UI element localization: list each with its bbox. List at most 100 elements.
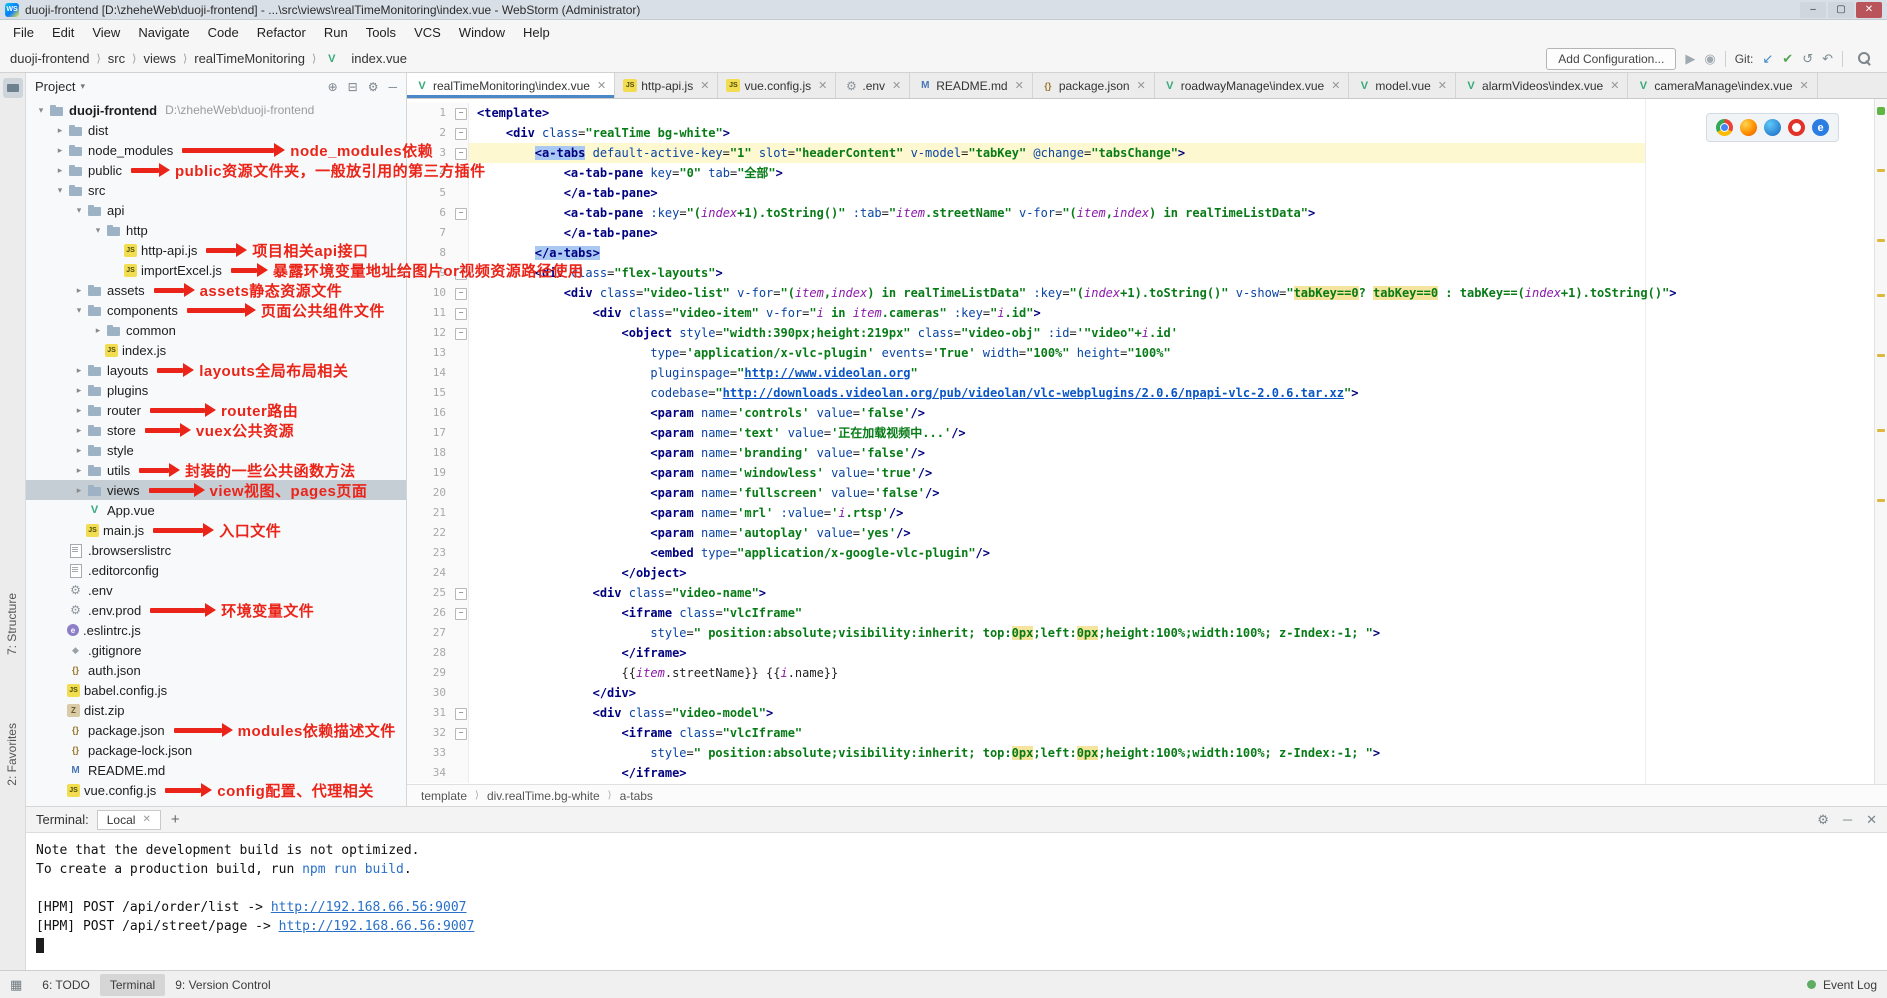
close-icon[interactable]: ✕ — [818, 79, 827, 92]
stripe-mark[interactable] — [1877, 354, 1885, 357]
tree-item-components[interactable]: ▾components页面公共组件文件 — [26, 300, 406, 320]
update-project-icon[interactable]: ↙ — [1762, 52, 1773, 65]
code-line[interactable]: 14 pluginspage="http://www.videolan.org" — [407, 363, 1887, 383]
menu-item-refactor[interactable]: Refactor — [248, 21, 315, 44]
code-line[interactable]: 8 </a-tabs> — [407, 243, 1887, 263]
editor-breadcrumb-item[interactable]: template — [421, 789, 467, 803]
code-line[interactable]: 2 <div class="realTime bg-white"> — [407, 123, 1887, 143]
tree-item-http-api.js[interactable]: JShttp-api.js项目相关api接口 — [26, 240, 406, 260]
run-icon[interactable]: ▶ — [1685, 52, 1695, 65]
chevron-right-icon[interactable]: ▸ — [72, 465, 86, 476]
chevron-right-icon[interactable]: ▸ — [72, 445, 86, 456]
chevron-right-icon[interactable]: ▸ — [53, 145, 67, 156]
tree-item-vue.config.js[interactable]: JSvue.config.jsconfig配置、代理相关 — [26, 780, 406, 800]
stripe-mark[interactable] — [1877, 429, 1885, 432]
minimize-button[interactable]: – — [1800, 2, 1826, 18]
search-everywhere-icon[interactable] — [1858, 52, 1871, 65]
menu-item-help[interactable]: Help — [514, 21, 559, 44]
fold-marker-icon[interactable] — [453, 703, 469, 723]
edge-browser-icon[interactable]: e — [1812, 119, 1829, 136]
editor-breadcrumb-item[interactable]: div.realTime.bg-white — [487, 789, 600, 803]
hide-panel-icon[interactable]: ─ — [388, 80, 397, 94]
tree-item-auth.json[interactable]: {}auth.json — [26, 660, 406, 680]
menu-item-view[interactable]: View — [83, 21, 129, 44]
locate-file-icon[interactable]: ⊕ — [328, 80, 338, 94]
code-line[interactable]: 5 </a-tab-pane> — [407, 183, 1887, 203]
code-line[interactable]: 15 codebase="http://downloads.videolan.o… — [407, 383, 1887, 403]
tree-item-index.js[interactable]: JSindex.js — [26, 340, 406, 360]
tab-roadwayManage-index.vue[interactable]: VroadwayManage\index.vue✕ — [1155, 73, 1350, 98]
code-line[interactable]: 30 </div> — [407, 683, 1887, 703]
close-icon[interactable]: ✕ — [597, 79, 606, 92]
project-tool-button[interactable] — [3, 78, 23, 98]
tree-item-src[interactable]: ▾src — [26, 180, 406, 200]
tree-item-node_modules[interactable]: ▸node_modulesnode_modules依赖 — [26, 140, 406, 160]
chevron-down-icon[interactable]: ▾ — [91, 225, 105, 236]
debug-icon[interactable]: ◉ — [1704, 52, 1715, 65]
close-button[interactable]: ✕ — [1856, 2, 1882, 18]
add-configuration-button[interactable]: Add Configuration... — [1546, 48, 1676, 70]
code-line[interactable]: 13 type='application/x-vlc-plugin' event… — [407, 343, 1887, 363]
tree-item-router[interactable]: ▸routerrouter路由 — [26, 400, 406, 420]
collapse-all-icon[interactable]: ⊟ — [348, 80, 358, 94]
code-line[interactable]: 33 style=" position:absolute;visibility:… — [407, 743, 1887, 763]
history-icon[interactable]: ↺ — [1802, 52, 1813, 65]
code-line[interactable]: 25 <div class="video-name"> — [407, 583, 1887, 603]
menu-item-code[interactable]: Code — [199, 21, 248, 44]
tree-item-.gitignore[interactable]: ◆.gitignore — [26, 640, 406, 660]
code-line[interactable]: 31 <div class="video-model"> — [407, 703, 1887, 723]
close-icon[interactable]: ✕ — [142, 814, 150, 825]
close-icon[interactable]: ✕ — [1610, 79, 1619, 92]
code-line[interactable]: 20 <param name='fullscreen' value='false… — [407, 483, 1887, 503]
chevron-right-icon[interactable]: ▸ — [72, 485, 86, 496]
maximize-button[interactable]: ▢ — [1828, 2, 1854, 18]
close-icon[interactable]: ✕ — [1137, 79, 1146, 92]
tab-alarmVideos-index.vue[interactable]: ValarmVideos\index.vue✕ — [1456, 73, 1628, 98]
minimize-panel-icon[interactable]: ─ — [1843, 812, 1852, 828]
safari-browser-icon[interactable] — [1764, 119, 1781, 136]
chevron-right-icon[interactable]: ▸ — [91, 325, 105, 336]
tree-item-public[interactable]: ▸publicpublic资源文件夹，一般放引用的第三方插件 — [26, 160, 406, 180]
code-line[interactable]: 3 <a-tabs default-active-key="1" slot="h… — [407, 143, 1887, 163]
close-icon[interactable]: ✕ — [1331, 79, 1340, 92]
menu-item-edit[interactable]: Edit — [43, 21, 83, 44]
terminal-link[interactable]: http://192.168.66.56:9007 — [271, 900, 467, 915]
code-line[interactable]: 34 </iframe> — [407, 763, 1887, 783]
tab-cameraManage-index.vue[interactable]: VcameraManage\index.vue✕ — [1628, 73, 1817, 98]
chevron-right-icon[interactable]: ▸ — [53, 165, 67, 176]
status-item-terminal[interactable]: Terminal — [100, 974, 165, 996]
fold-marker-icon[interactable] — [453, 583, 469, 603]
breadcrumb-item[interactable]: views — [143, 51, 176, 66]
tree-item-dist.zip[interactable]: Zdist.zip — [26, 700, 406, 720]
new-terminal-session-button[interactable]: + — [171, 811, 180, 828]
tree-item-App.vue[interactable]: VApp.vue — [26, 500, 406, 520]
tree-item-layouts[interactable]: ▸layoutslayouts全局布局相关 — [26, 360, 406, 380]
tree-item-store[interactable]: ▸storevuex公共资源 — [26, 420, 406, 440]
status-item-6-todo[interactable]: 6: TODO — [32, 974, 100, 996]
chevron-down-icon[interactable]: ▾ — [53, 185, 67, 196]
toolwindow-switcher-icon[interactable]: ▦ — [10, 977, 22, 993]
code-line[interactable]: 24 </object> — [407, 563, 1887, 583]
fold-marker-icon[interactable] — [453, 103, 469, 123]
code-line[interactable]: 17 <param name='text' value='正在加载视频中...'… — [407, 423, 1887, 443]
tree-item-README.md[interactable]: MREADME.md — [26, 760, 406, 780]
code-line[interactable]: 4 <a-tab-pane key="0" tab="全部"> — [407, 163, 1887, 183]
breadcrumb-item[interactable]: index.vue — [351, 51, 407, 66]
tree-item-.browserslistrc[interactable]: .browserslistrc — [26, 540, 406, 560]
error-stripe[interactable] — [1874, 99, 1887, 784]
tree-item-http[interactable]: ▾http — [26, 220, 406, 240]
tab-model.vue[interactable]: Vmodel.vue✕ — [1349, 73, 1456, 98]
menu-item-vcs[interactable]: VCS — [405, 21, 450, 44]
code-line[interactable]: 26 <iframe class="vlcIframe" — [407, 603, 1887, 623]
tree-item-.env.prod[interactable]: ⚙.env.prod环境变量文件 — [26, 600, 406, 620]
code-line[interactable]: 28 </iframe> — [407, 643, 1887, 663]
opera-browser-icon[interactable] — [1788, 119, 1805, 136]
fold-marker-icon[interactable] — [453, 203, 469, 223]
chevron-right-icon[interactable]: ▸ — [72, 285, 86, 296]
fold-marker-icon[interactable] — [453, 323, 469, 343]
tree-item-main.js[interactable]: JSmain.js入口文件 — [26, 520, 406, 540]
tab-http-api.js[interactable]: JShttp-api.js✕ — [615, 73, 718, 98]
stripe-mark[interactable] — [1877, 169, 1885, 172]
terminal-output[interactable]: Note that the development build is not o… — [26, 833, 1887, 955]
breadcrumb-item[interactable]: duoji-frontend — [10, 51, 90, 66]
